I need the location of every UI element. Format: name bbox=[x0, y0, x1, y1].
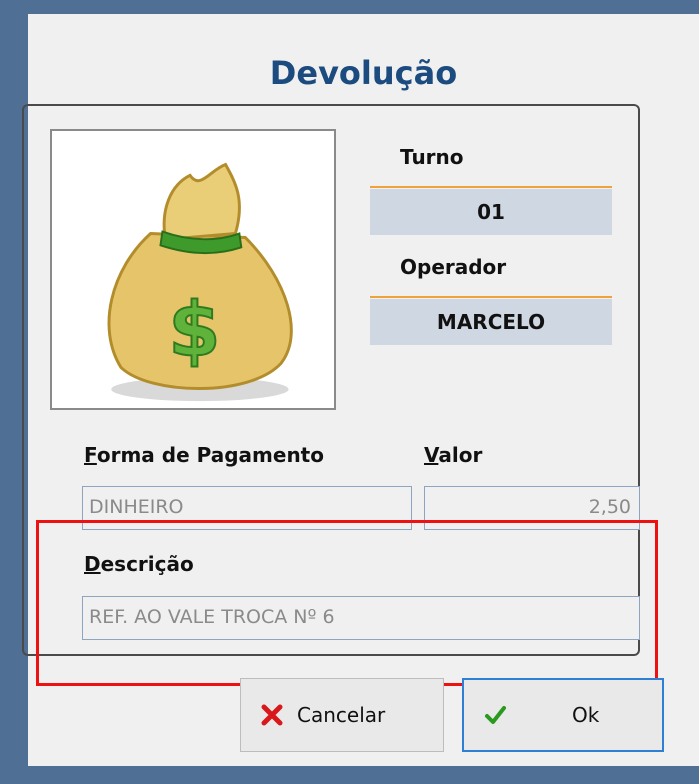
operador-value: MARCELO bbox=[370, 299, 612, 345]
valor-label: Valor bbox=[424, 443, 482, 467]
cancel-button[interactable]: Cancelar bbox=[240, 678, 444, 752]
check-icon bbox=[485, 706, 506, 724]
ok-button[interactable]: Ok bbox=[462, 678, 664, 752]
highlight-box bbox=[36, 520, 658, 686]
money-bag-icon: $ bbox=[107, 162, 293, 402]
forma-label-rest: orma de Pagamento bbox=[96, 443, 324, 467]
money-bag-image: $ bbox=[50, 129, 336, 410]
forma-hotkey: F bbox=[84, 443, 97, 467]
valor-hotkey: V bbox=[424, 443, 439, 467]
valor-label-rest: alor bbox=[438, 443, 483, 467]
dialog-title: Devolução bbox=[269, 54, 458, 92]
turno-divider bbox=[370, 186, 612, 188]
turno-label: Turno bbox=[400, 145, 464, 169]
svg-text:$: $ bbox=[168, 286, 220, 374]
ok-button-label: Ok bbox=[572, 703, 600, 727]
operador-label: Operador bbox=[400, 255, 507, 279]
x-icon bbox=[261, 704, 283, 726]
turno-value: 01 bbox=[370, 189, 612, 235]
forma-pagamento-label: Forma de Pagamento bbox=[84, 443, 324, 467]
cancel-button-label: Cancelar bbox=[297, 703, 386, 727]
operador-divider bbox=[370, 296, 612, 298]
